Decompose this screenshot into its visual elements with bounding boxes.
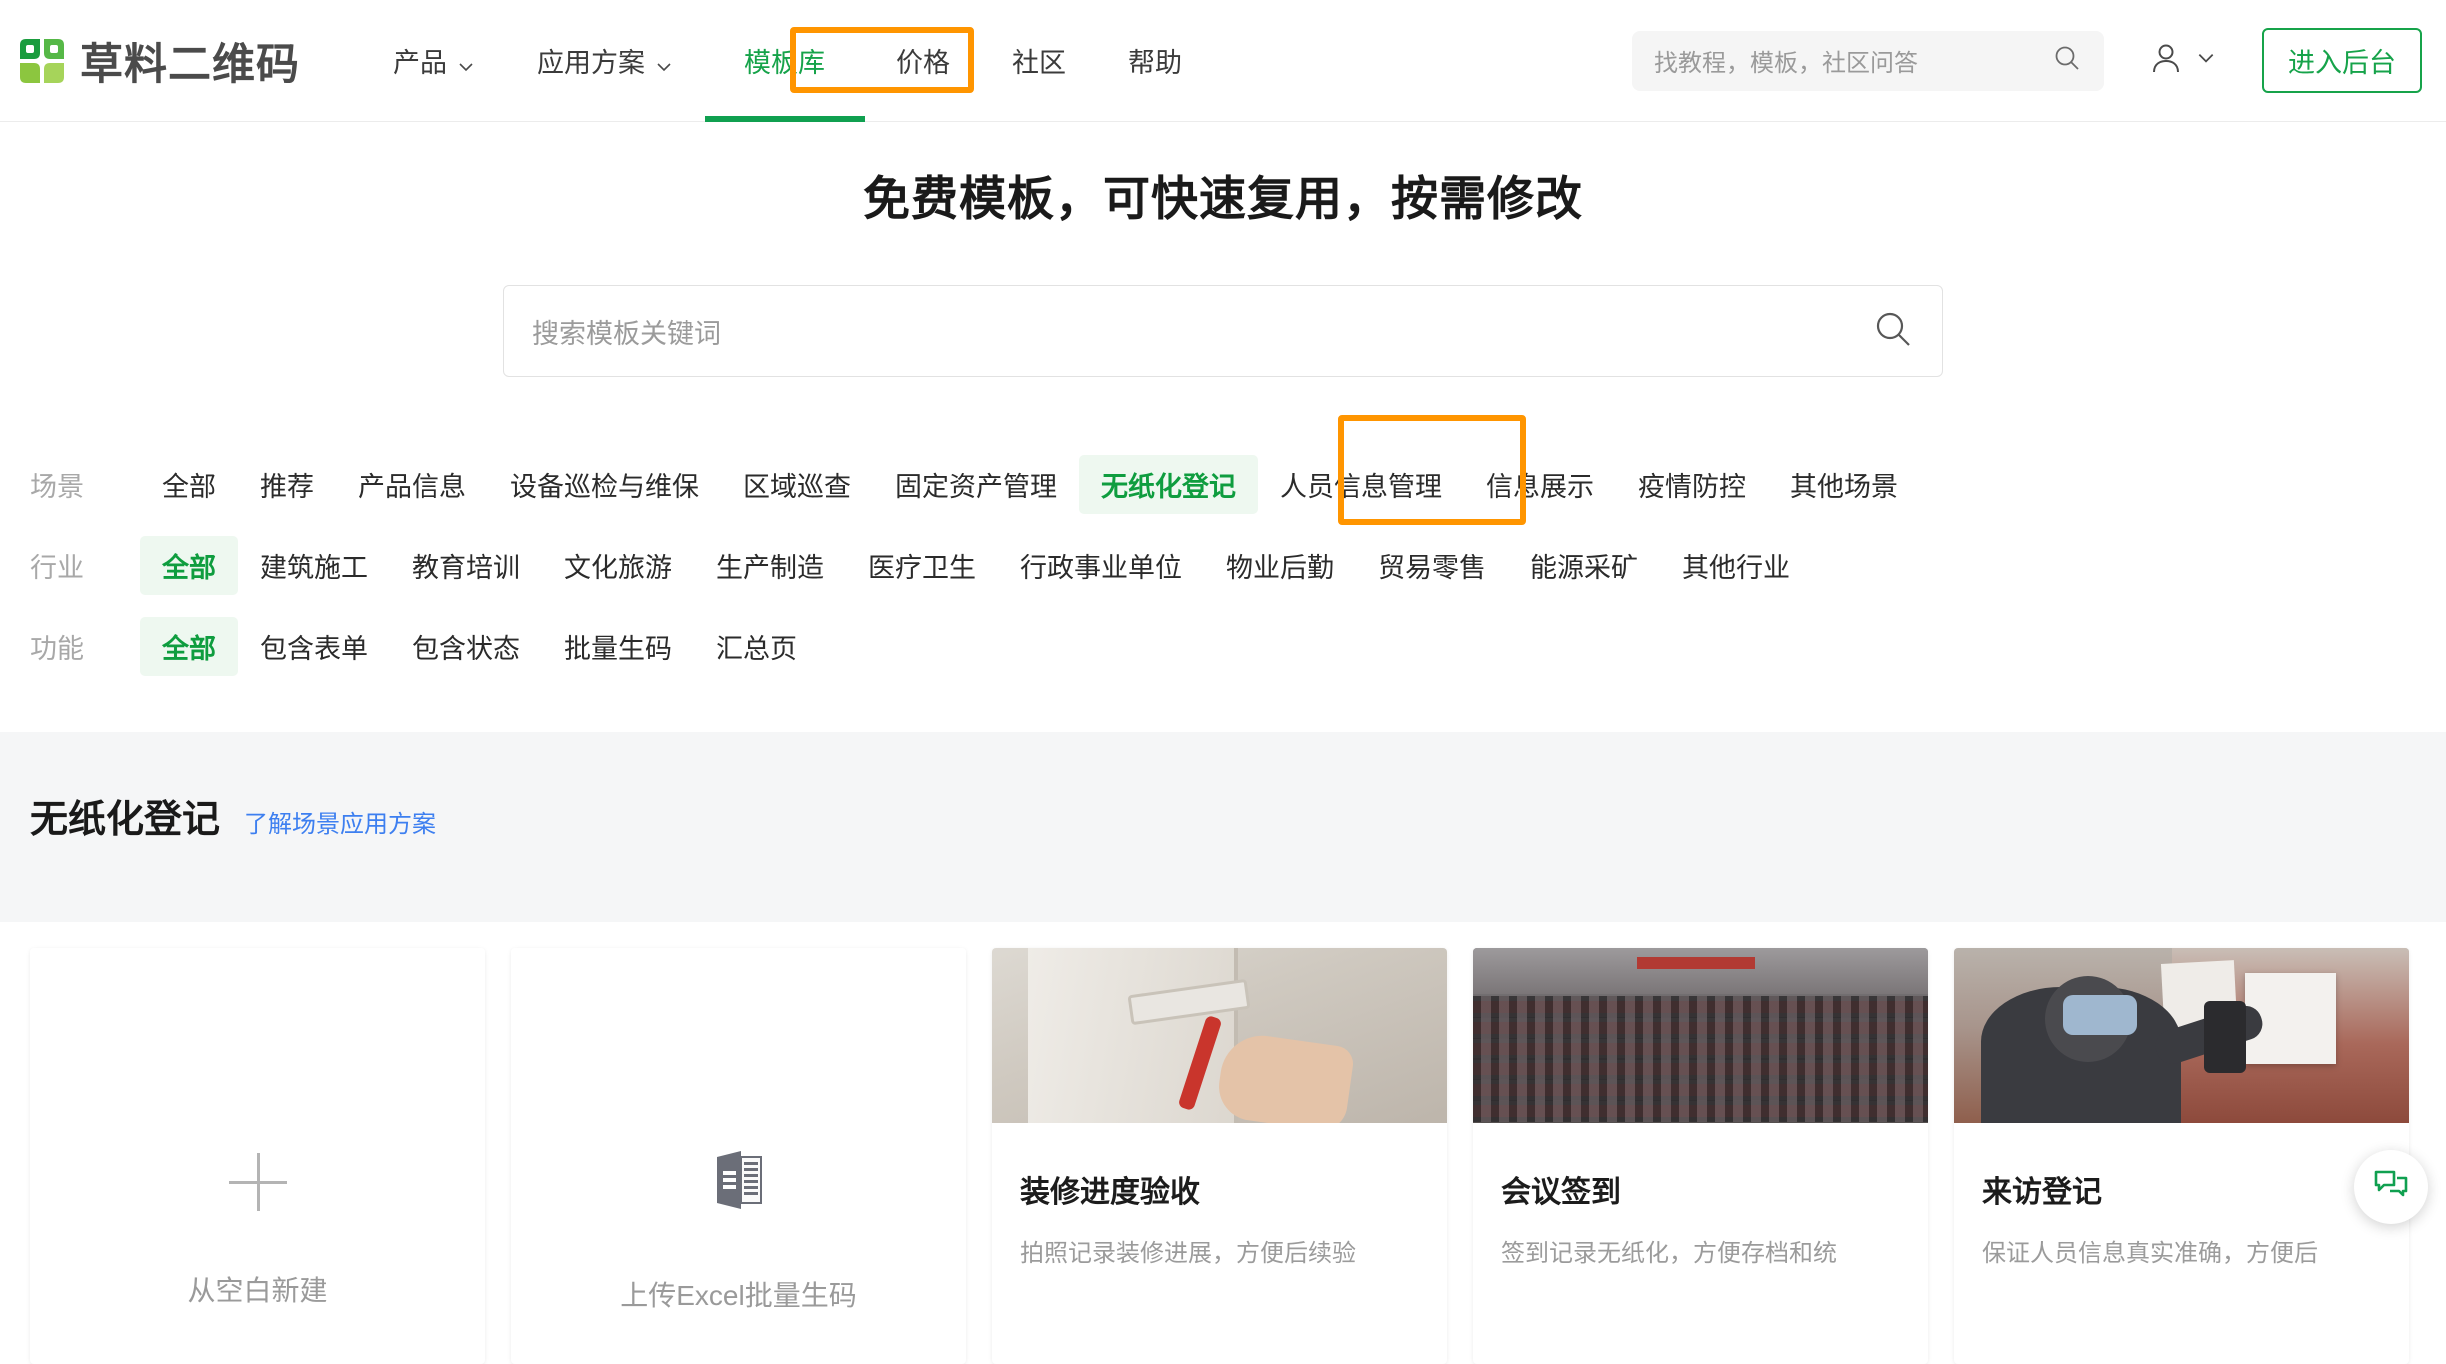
filter-scene-area-patrol[interactable]: 区域巡查 bbox=[721, 455, 873, 514]
filter-options: 全部 建筑施工 教育培训 文化旅游 生产制造 医疗卫生 行政事业单位 物业后勤 … bbox=[140, 536, 1812, 595]
nav-label: 模板库 bbox=[744, 48, 825, 78]
chat-support-button[interactable] bbox=[2354, 1150, 2428, 1224]
filter-row-scene: 场景 全部 推荐 产品信息 设备巡检与维保 区域巡查 固定资产管理 无纸化登记 … bbox=[30, 415, 2446, 525]
filter-industry-healthcare[interactable]: 医疗卫生 bbox=[846, 536, 998, 595]
card-description: 签到记录无纸化，方便存档和统 bbox=[1501, 1240, 1837, 1267]
chevron-down-icon bbox=[655, 52, 673, 71]
clover-logo-icon bbox=[16, 35, 68, 87]
search-icon[interactable] bbox=[1872, 308, 1914, 355]
nav-item-products[interactable]: 产品 bbox=[362, 0, 506, 122]
section-header: 无纸化登记 了解场景应用方案 bbox=[0, 732, 2446, 843]
template-search-input[interactable]: 搜索模板关键词 bbox=[503, 285, 1943, 377]
filter-industry-education[interactable]: 教育培训 bbox=[390, 536, 542, 595]
excel-icon bbox=[711, 1149, 767, 1216]
logo[interactable]: 草料二维码 bbox=[16, 30, 300, 92]
filter-row-feature: 功能 全部 包含表单 包含状态 批量生码 汇总页 bbox=[30, 617, 2446, 676]
card-upload-excel[interactable]: 上传Excel批量生码 bbox=[511, 948, 966, 1364]
filter-scene-epidemic-control[interactable]: 疫情防控 bbox=[1616, 455, 1768, 514]
site-header: 草料二维码 产品 应用方案 模板库 价格 社区 帮助 找教程，模板，社区问答 进… bbox=[0, 0, 2446, 122]
filter-industry-all[interactable]: 全部 bbox=[140, 536, 238, 595]
filter-industry-energy-mining[interactable]: 能源采矿 bbox=[1508, 536, 1660, 595]
nav-item-pricing[interactable]: 价格 bbox=[865, 0, 981, 122]
chat-bubble-icon bbox=[2373, 1167, 2409, 1208]
filter-industry-property-logistics[interactable]: 物业后勤 bbox=[1204, 536, 1356, 595]
filter-industry-trade-retail[interactable]: 贸易零售 bbox=[1356, 536, 1508, 595]
card-template-visitor-registration[interactable]: 来访登记 保证人员信息真实准确，方便后 bbox=[1954, 948, 2409, 1364]
primary-nav: 产品 应用方案 模板库 价格 社区 帮助 bbox=[362, 0, 1213, 122]
nav-item-community[interactable]: 社区 bbox=[981, 0, 1097, 122]
nav-label: 价格 bbox=[896, 48, 950, 78]
nav-label: 帮助 bbox=[1128, 48, 1182, 78]
filter-scene-personnel-info[interactable]: 人员信息管理 bbox=[1258, 455, 1464, 514]
card-label: 从空白新建 bbox=[187, 1275, 328, 1306]
filter-panel: 场景 全部 推荐 产品信息 设备巡检与维保 区域巡查 固定资产管理 无纸化登记 … bbox=[0, 415, 2446, 676]
card-label: 上传Excel批量生码 bbox=[620, 1279, 857, 1311]
filter-industry-culture-tourism[interactable]: 文化旅游 bbox=[542, 536, 694, 595]
filter-feature-has-form[interactable]: 包含表单 bbox=[238, 617, 390, 676]
results-section: 无纸化登记 了解场景应用方案 bbox=[0, 732, 2446, 922]
page-title: 免费模板，可快速复用，按需修改 bbox=[863, 172, 1583, 225]
filter-label: 行业 bbox=[30, 553, 84, 583]
chevron-down-icon bbox=[457, 52, 475, 71]
card-template-renovation-acceptance[interactable]: 装修进度验收 拍照记录装修进展，方便后续验 bbox=[992, 948, 1447, 1364]
filter-label: 功能 bbox=[30, 634, 84, 664]
header-actions: 找教程，模板，社区问答 进入后台 bbox=[1632, 28, 2446, 93]
user-avatar-icon bbox=[2148, 40, 2184, 81]
nav-item-help[interactable]: 帮助 bbox=[1097, 0, 1213, 122]
filter-scene-all[interactable]: 全部 bbox=[140, 455, 238, 514]
template-card-grid: 从空白新建 上传Excel批量生码 装修进度验收 拍照记录装修进展，方便后续验 … bbox=[0, 948, 2446, 1364]
logo-text: 草料二维码 bbox=[80, 40, 300, 89]
filter-scene-other[interactable]: 其他场景 bbox=[1768, 455, 1920, 514]
filter-scene-paperless-registration[interactable]: 无纸化登记 bbox=[1079, 455, 1258, 514]
filter-scene-product-info[interactable]: 产品信息 bbox=[336, 455, 488, 514]
card-title: 装修进度验收 bbox=[1020, 1176, 1200, 1209]
card-description: 保证人员信息真实准确，方便后 bbox=[1982, 1240, 2318, 1267]
card-description: 拍照记录装修进展，方便后续验 bbox=[1020, 1240, 1356, 1267]
nav-item-solutions[interactable]: 应用方案 bbox=[506, 0, 704, 122]
filter-label: 场景 bbox=[30, 472, 84, 502]
user-menu[interactable] bbox=[2148, 40, 2216, 81]
chevron-down-icon bbox=[2196, 48, 2216, 73]
filter-industry-manufacturing[interactable]: 生产制造 bbox=[694, 536, 846, 595]
filter-scene-recommend[interactable]: 推荐 bbox=[238, 455, 336, 514]
filter-feature-summary-page[interactable]: 汇总页 bbox=[694, 617, 819, 676]
page-root: 草料二维码 产品 应用方案 模板库 价格 社区 帮助 找教程，模板，社区问答 进… bbox=[0, 0, 2446, 1364]
filter-industry-other[interactable]: 其他行业 bbox=[1660, 536, 1812, 595]
filter-options: 全部 包含表单 包含状态 批量生码 汇总页 bbox=[140, 617, 819, 676]
filter-feature-all[interactable]: 全部 bbox=[140, 617, 238, 676]
card-thumbnail bbox=[1473, 948, 1928, 1123]
enter-console-button[interactable]: 进入后台 bbox=[2262, 28, 2422, 93]
nav-label: 社区 bbox=[1012, 48, 1066, 78]
filter-options: 全部 推荐 产品信息 设备巡检与维保 区域巡查 固定资产管理 无纸化登记 人员信… bbox=[140, 455, 1920, 514]
filter-industry-construction[interactable]: 建筑施工 bbox=[238, 536, 390, 595]
filter-feature-has-status[interactable]: 包含状态 bbox=[390, 617, 542, 676]
card-title: 来访登记 bbox=[1982, 1176, 2102, 1209]
section-learn-more-link[interactable]: 了解场景应用方案 bbox=[244, 804, 436, 839]
filter-industry-government[interactable]: 行政事业单位 bbox=[998, 536, 1204, 595]
card-thumbnail bbox=[992, 948, 1447, 1123]
filter-feature-batch-generate[interactable]: 批量生码 bbox=[542, 617, 694, 676]
template-search-placeholder: 搜索模板关键词 bbox=[532, 318, 721, 349]
filter-scene-info-display[interactable]: 信息展示 bbox=[1464, 455, 1616, 514]
section-title: 无纸化登记 bbox=[30, 799, 221, 841]
nav-label: 应用方案 bbox=[537, 48, 645, 78]
global-search[interactable]: 找教程，模板，社区问答 bbox=[1632, 30, 2104, 91]
plus-icon bbox=[228, 1153, 287, 1211]
filter-row-industry: 行业 全部 建筑施工 教育培训 文化旅游 生产制造 医疗卫生 行政事业单位 物业… bbox=[30, 536, 2446, 595]
nav-label: 产品 bbox=[393, 48, 447, 78]
search-icon[interactable] bbox=[2052, 43, 2082, 78]
global-search-placeholder: 找教程，模板，社区问答 bbox=[1654, 50, 1918, 77]
filter-scene-equipment-inspection[interactable]: 设备巡检与维保 bbox=[488, 455, 721, 514]
card-thumbnail bbox=[1954, 948, 2409, 1123]
card-title: 会议签到 bbox=[1501, 1176, 1621, 1209]
nav-item-template-library[interactable]: 模板库 bbox=[704, 0, 865, 122]
filter-scene-fixed-assets[interactable]: 固定资产管理 bbox=[873, 455, 1079, 514]
card-template-meeting-signin[interactable]: 会议签到 签到记录无纸化，方便存档和统 bbox=[1473, 948, 1928, 1364]
card-create-blank[interactable]: 从空白新建 bbox=[30, 948, 485, 1364]
